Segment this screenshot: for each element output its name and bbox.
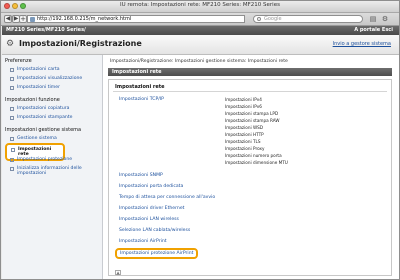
bullet-icon [10, 86, 14, 90]
breadcrumb: Impostazioni/Registrazione: Impostazioni… [110, 59, 288, 64]
sidebar-item-display-settings[interactable]: Impostazioni visualizzazione [10, 76, 98, 81]
sidebar: Preferenze Impostazioni carta Impostazio… [2, 55, 103, 279]
wired-wireless-select-link[interactable]: Selezione LAN cablata/wireless [119, 228, 190, 233]
sidebar-heading-preferences: Preferenze [5, 58, 32, 64]
tcpip-sub-port-number: Impostazioni numero porta [225, 153, 282, 158]
tcpip-sub-http: Impostazioni HTTP [225, 132, 264, 137]
sidebar-item-security-settings[interactable]: Impostazioni protezione [10, 157, 98, 162]
sidebar-heading-system-management: Impostazioni gestione sistema [5, 127, 82, 133]
title-bar: IU remota: Impostazioni rete: MF210 Seri… [1, 1, 399, 13]
url-text: http://192.168.0.215/m_network.html [37, 16, 132, 22]
bullet-icon [10, 77, 14, 81]
tcpip-sub-raw: Impostazioni stampa RAW [225, 118, 280, 123]
page-title: Impostazioni/Registrazione [19, 39, 142, 48]
search-placeholder: Google [264, 16, 282, 22]
sidebar-item-printer-settings[interactable]: Impostazioni stampante [10, 115, 98, 120]
bullet-icon [10, 68, 14, 72]
search-icon [257, 17, 261, 21]
browser-window: IU remota: Impostazioni rete: MF210 Seri… [0, 0, 400, 280]
printer-header: MF210 Series/MF210 Series/ A portale Esc… [2, 26, 399, 35]
address-bar[interactable]: http://192.168.0.215/m_network.html C [27, 15, 268, 23]
search-input[interactable]: Google [253, 15, 363, 23]
bullet-icon [10, 116, 14, 120]
device-path: MF210 Series/MF210 Series/ [6, 27, 86, 33]
ethernet-driver-link[interactable]: Impostazioni driver Ethernet [119, 206, 184, 211]
wireless-lan-link[interactable]: Impostazioni LAN wireless [119, 217, 179, 222]
bullet-icon [10, 167, 14, 171]
tcpip-sub-proxy: Impostazioni Proxy [225, 146, 265, 151]
main-content: Impostazioni/Registrazione: Impostazioni… [106, 55, 396, 279]
sidebar-item-timer-settings[interactable]: Impostazioni timer [10, 85, 98, 90]
sidebar-heading-functions: Impostazioni funzione [5, 97, 60, 103]
window-title: IU remota: Impostazioni rete: MF210 Seri… [120, 2, 280, 8]
site-icon [30, 17, 35, 22]
page-icon[interactable]: ▤ [369, 15, 377, 23]
bullet-icon [10, 107, 14, 111]
airprint-security-link[interactable]: Impostazioni protezione AirPrint [115, 248, 199, 259]
tcpip-sub-wsd: Impostazioni WSD [225, 125, 264, 130]
network-settings-panel: Impostazioni rete Impostazioni TCP/IP Im… [108, 79, 392, 276]
browser-toolbar: ◀ ▶ + http://192.168.0.215/m_network.htm… [1, 13, 399, 26]
sidebar-item-system-management[interactable]: Gestione sistema [10, 136, 98, 141]
section-title: Impostazioni rete [108, 68, 392, 76]
app-title-bar: ⚙ Impostazioni/Registrazione Invio a ges… [2, 35, 399, 55]
sidebar-item-initialize-settings[interactable]: Inizializza informazioni delle impostazi… [10, 166, 98, 176]
tcpip-sub-lpd: Impostazioni stampa LPD [225, 111, 279, 116]
tcpip-sub-ipv6: Impostazioni IPv6 [225, 104, 262, 109]
scroll-up-icon[interactable]: ▲ [115, 270, 121, 275]
add-bookmark-button[interactable]: + [19, 15, 27, 23]
sidebar-item-copy-settings[interactable]: Impostazioni copiatura [10, 106, 98, 111]
dedicated-port-link[interactable]: Impostazioni porta dedicata [119, 184, 183, 189]
startup-wait-time-link[interactable]: Tempo di attesa per connessione all'avvi… [119, 195, 215, 200]
back-button[interactable]: ◀ [4, 15, 12, 23]
panel-title: Impostazioni rete [115, 84, 165, 90]
gear-icon[interactable]: ⚙ [381, 15, 389, 23]
bullet-icon [11, 148, 15, 152]
bullet-icon [10, 137, 14, 141]
send-to-admin-link[interactable]: Invio a gestore sistema [333, 41, 391, 47]
airprint-settings-link[interactable]: Impostazioni AirPrint [119, 239, 167, 244]
tcpip-settings-link[interactable]: Impostazioni TCP/IP [119, 97, 164, 102]
tcpip-sub-ipv4: Impostazioni IPv4 [225, 97, 262, 102]
portal-logout-links[interactable]: A portale Esci [354, 27, 393, 33]
sidebar-item-paper-settings[interactable]: Impostazioni carta [10, 67, 98, 72]
snmp-settings-link[interactable]: Impostazioni SNMP [119, 173, 163, 178]
settings-icon: ⚙ [6, 39, 15, 49]
bullet-icon [10, 158, 14, 162]
tcpip-sub-tls: Impostazioni TLS [225, 139, 261, 144]
divider [113, 91, 387, 92]
web-page: MF210 Series/MF210 Series/ A portale Esc… [2, 26, 399, 279]
tcpip-sub-mtu: Impostazioni dimensione MTU [225, 160, 288, 165]
